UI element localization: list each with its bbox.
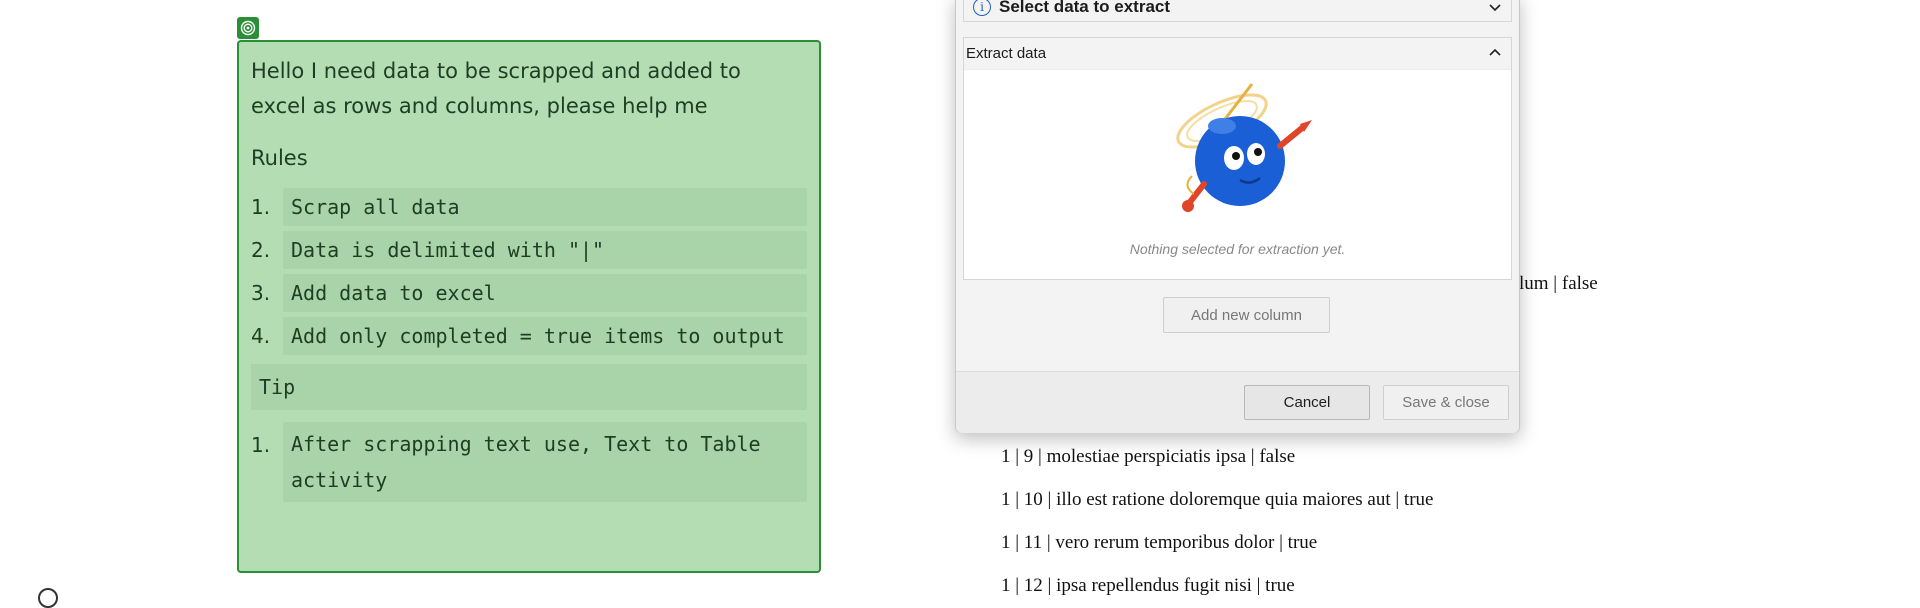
- info-icon: i: [973, 0, 991, 16]
- rule-number: 4.: [251, 324, 271, 348]
- list-row: 1 | 9 | molestiae perspiciatis ipsa | fa…: [1001, 446, 1296, 467]
- dialog-footer: Cancel Save & close: [956, 371, 1519, 433]
- tip-item: 1. After scrapping text use, Text to Tab…: [251, 422, 807, 502]
- rule-item: 1. Scrap all data: [251, 188, 807, 226]
- extract-dialog: i Select data to extract Extract data No…: [955, 0, 1520, 433]
- rule-text: Scrap all data: [283, 188, 807, 226]
- list-row: 1 | 11 | vero rerum temporibus dolor | t…: [1001, 532, 1318, 553]
- rule-item: 4. Add only completed = true items to ou…: [251, 317, 807, 355]
- add-new-column-button[interactable]: Add new column: [1163, 297, 1330, 333]
- rule-text: Data is delimited with "|": [283, 231, 807, 269]
- list-row-partial: lum | false: [1519, 273, 1598, 294]
- list-row: 1 | 12 | ipsa repellendus fugit nisi | t…: [1001, 575, 1295, 596]
- chevron-down-icon[interactable]: [1489, 1, 1501, 13]
- card-badge[interactable]: [237, 17, 259, 39]
- rule-text: Add only completed = true items to outpu…: [283, 317, 807, 355]
- rules-heading: Rules: [251, 146, 308, 170]
- select-data-title: Select data to extract: [999, 0, 1171, 16]
- rule-number: 2.: [251, 238, 271, 262]
- extract-data-title: Extract data: [966, 45, 1047, 62]
- chevron-up-icon[interactable]: [1489, 47, 1501, 59]
- select-data-section-header[interactable]: i Select data to extract: [963, 0, 1512, 22]
- rule-text: Add data to excel: [283, 274, 807, 312]
- cancel-button[interactable]: Cancel: [1244, 385, 1370, 420]
- tip-heading: Tip: [251, 364, 807, 410]
- partial-circle-icon: [38, 588, 58, 608]
- rule-item: 2. Data is delimited with "|": [251, 231, 807, 269]
- empty-state-message: Nothing selected for extraction yet.: [1129, 241, 1346, 257]
- tip-text: After scrapping text use, Text to Table …: [283, 422, 807, 502]
- mascot-illustration: [1176, 83, 1312, 212]
- list-row: 1 | 10 | illo est ratione doloremque qui…: [1001, 489, 1434, 510]
- extract-data-header[interactable]: Extract data: [964, 38, 1511, 70]
- instruction-card: Hello I need data to be scrapped and add…: [237, 40, 821, 573]
- rule-number: 1.: [251, 195, 271, 219]
- rule-item: 3. Add data to excel: [251, 274, 807, 312]
- card-intro-text: Hello I need data to be scrapped and add…: [251, 59, 741, 118]
- rule-number: 3.: [251, 281, 271, 305]
- save-close-button[interactable]: Save & close: [1383, 385, 1509, 420]
- tip-number: 1.: [251, 433, 271, 457]
- target-icon: [240, 20, 256, 36]
- extract-data-panel: Extract data Nothing selected for extrac…: [963, 37, 1512, 280]
